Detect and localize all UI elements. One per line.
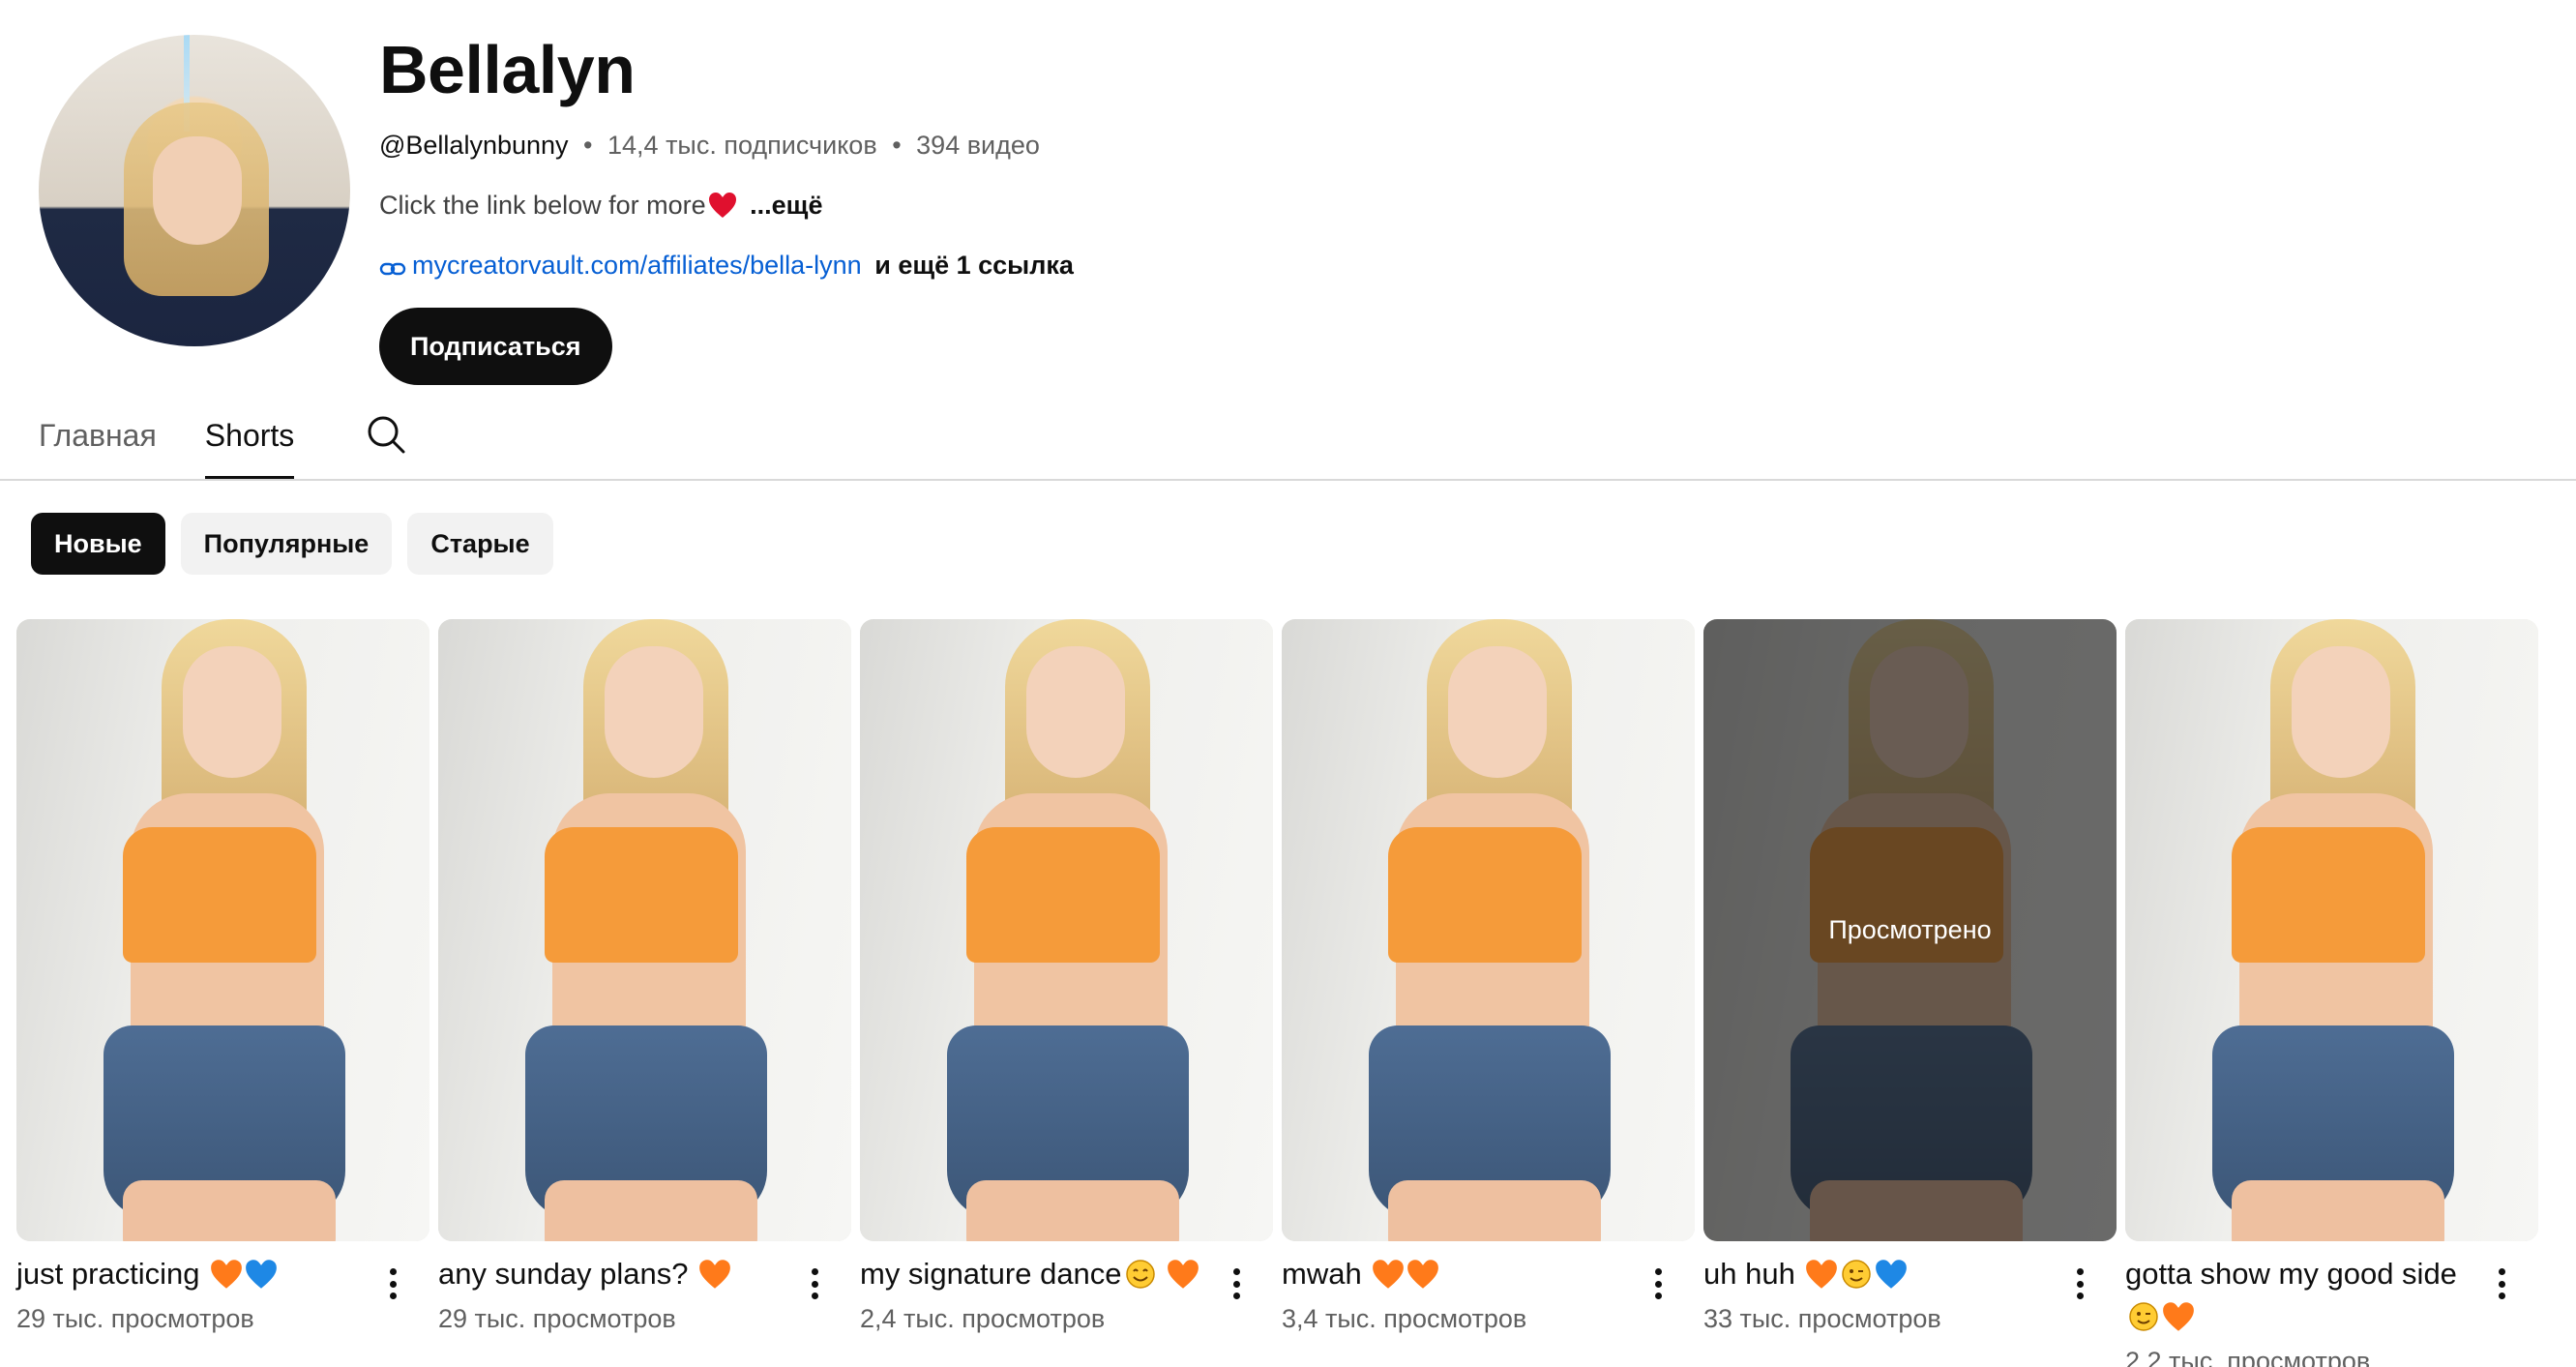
short-thumbnail[interactable] (16, 619, 429, 1241)
orange-heart-icon (1806, 1260, 1838, 1289)
chip-oldest[interactable]: Старые (407, 513, 553, 575)
description-text: Click the link below for more (379, 191, 706, 220)
search-icon (368, 416, 405, 454)
more-options-icon[interactable] (1646, 1263, 1670, 1305)
channel-handle[interactable]: @Bellalynbunny (379, 131, 569, 160)
short-views: 2,4 тыс. просмотров (860, 1304, 1106, 1333)
short-info: mwah 3,4 тыс. просмотров (1282, 1241, 1695, 1338)
more-options-icon[interactable] (803, 1263, 826, 1305)
short-info: gotta show my good side 2,2 тыс. просмот… (2125, 1241, 2538, 1367)
smile-icon (1125, 1260, 1155, 1289)
blue-heart-icon (246, 1260, 278, 1289)
short-thumbnail[interactable]: Просмотрено (1703, 619, 2117, 1241)
subscribe-button[interactable]: Подписаться (379, 308, 612, 385)
meta-separator: • (583, 131, 593, 160)
short-title[interactable]: just practicing (16, 1253, 375, 1295)
short-thumbnail[interactable] (2125, 619, 2538, 1241)
channel-header: Bellalyn @Bellalynbunny • 14,4 тыс. подп… (39, 29, 2534, 385)
more-options-icon[interactable] (2068, 1263, 2091, 1305)
wink-icon (2129, 1302, 2158, 1331)
orange-heart-icon (2163, 1302, 2194, 1331)
orange-heart-icon (1407, 1260, 1439, 1289)
avatar-face (153, 136, 242, 245)
short-title[interactable]: uh huh (1703, 1253, 2062, 1295)
red-heart-icon (708, 193, 736, 218)
watched-overlay: Просмотрено (1703, 619, 2117, 1241)
channel-meta: @Bellalynbunny • 14,4 тыс. подписчиков •… (379, 126, 1074, 164)
channel-search-icon[interactable] (366, 397, 406, 460)
short-title[interactable]: mwah (1282, 1253, 1641, 1295)
short-info: just practicing 29 тыс. просмотров (16, 1241, 429, 1338)
more-options-icon[interactable] (381, 1263, 404, 1305)
tabs-divider (0, 479, 2576, 481)
short-thumbnail[interactable] (438, 619, 851, 1241)
short-title[interactable]: any sunday plans? (438, 1253, 797, 1295)
shorts-grid: just practicing 29 тыс. просмотров any s… (16, 619, 2538, 1367)
short-title[interactable]: gotta show my good side (2125, 1253, 2484, 1338)
short-item: just practicing 29 тыс. просмотров (16, 619, 429, 1367)
short-thumbnail[interactable] (860, 619, 1273, 1241)
link-icon (379, 262, 406, 276)
blue-heart-icon (1876, 1260, 1908, 1289)
short-views: 3,4 тыс. просмотров (1282, 1304, 1527, 1333)
meta-separator: • (892, 131, 902, 160)
more-links-button[interactable]: и ещё 1 ссылка (874, 251, 1074, 280)
short-item: any sunday plans? 29 тыс. просмотров (438, 619, 851, 1367)
orange-heart-icon (1168, 1260, 1199, 1289)
channel-external-link[interactable]: mycreatorvault.com/affiliates/bella-lynn (412, 251, 862, 280)
channel-title: Bellalyn (379, 32, 636, 107)
channel-description[interactable]: Click the link below for more ...ещё (379, 186, 1074, 224)
sort-chips: Новые Популярные Старые (31, 513, 553, 575)
orange-heart-icon (211, 1260, 243, 1289)
short-info: my signature dance 2,4 тыс. просмотров (860, 1241, 1273, 1338)
short-views: 33 тыс. просмотров (1703, 1304, 1941, 1333)
short-thumbnail[interactable] (1282, 619, 1695, 1241)
short-item: gotta show my good side 2,2 тыс. просмот… (2125, 619, 2538, 1367)
short-title[interactable]: my signature dance (860, 1253, 1219, 1295)
watched-label: Просмотрено (1828, 915, 1992, 944)
tab-home[interactable]: Главная (39, 397, 157, 480)
video-count: 394 видео (916, 131, 1040, 160)
channel-info: Bellalyn @Bellalynbunny • 14,4 тыс. подп… (379, 29, 1074, 385)
channel-avatar[interactable] (39, 35, 350, 346)
orange-heart-icon (699, 1260, 731, 1289)
short-views: 29 тыс. просмотров (16, 1304, 254, 1333)
short-item: Просмотрено uh huh 33 тыс. просмотров (1703, 619, 2117, 1367)
short-views: 2,2 тыс. просмотров (2125, 1347, 2371, 1367)
channel-links: mycreatorvault.com/affiliates/bella-lynn… (379, 246, 1074, 284)
subscriber-count: 14,4 тыс. подписчиков (607, 131, 877, 160)
more-options-icon[interactable] (2490, 1263, 2513, 1305)
chip-popular[interactable]: Популярные (180, 513, 393, 575)
short-item: my signature dance 2,4 тыс. просмотров (860, 619, 1273, 1367)
short-views: 29 тыс. просмотров (438, 1304, 676, 1333)
short-info: any sunday plans? 29 тыс. просмотров (438, 1241, 851, 1338)
chip-newest[interactable]: Новые (31, 513, 165, 575)
orange-heart-icon (1373, 1260, 1405, 1289)
more-options-icon[interactable] (1225, 1263, 1248, 1305)
short-info: uh huh 33 тыс. просмотров (1703, 1241, 2117, 1338)
channel-tabs: Главная Shorts (39, 397, 406, 480)
description-more-link[interactable]: ...ещё (750, 191, 822, 220)
tab-shorts[interactable]: Shorts (204, 397, 295, 480)
wink-icon (1842, 1260, 1872, 1289)
short-item: mwah 3,4 тыс. просмотров (1282, 619, 1695, 1367)
